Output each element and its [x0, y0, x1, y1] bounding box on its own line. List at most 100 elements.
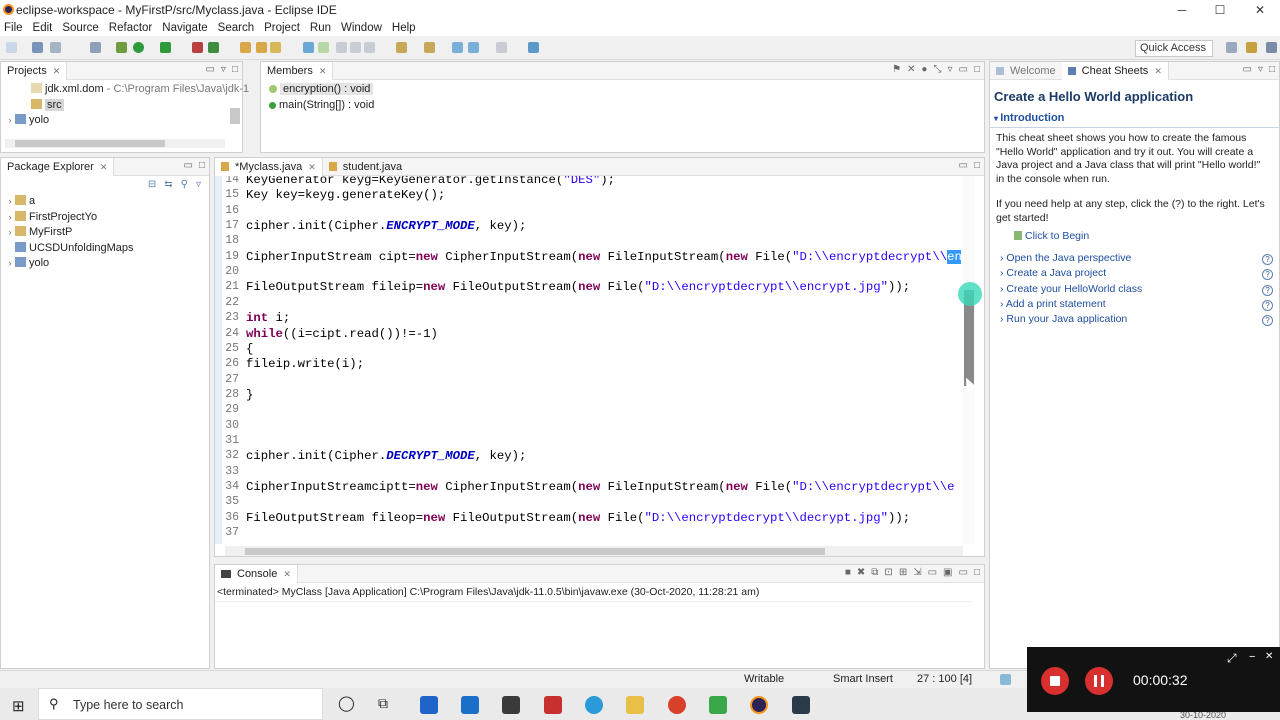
click-to-begin-link[interactable]: Click to Begin [1014, 230, 1089, 242]
tab-members[interactable]: Members ✕ [261, 61, 334, 80]
block-selection-icon[interactable] [336, 42, 347, 53]
tree-item-firstprojectyo[interactable]: › FirstProjectYo [1, 210, 209, 226]
help-icon[interactable]: ? [1262, 254, 1273, 265]
remove-all-icon[interactable]: ⧉ [871, 567, 878, 578]
menu-source[interactable]: Source [58, 20, 104, 36]
new-icon[interactable] [6, 42, 17, 53]
maximize-view-icon[interactable]: □ [974, 567, 980, 578]
editor-vscrollbar[interactable] [963, 176, 975, 544]
windows-start-icon[interactable]: ⊞ [12, 697, 25, 715]
code-line[interactable]: { [246, 342, 253, 356]
console-output[interactable] [215, 601, 972, 668]
collapse-all-icon[interactable]: ⊟ [148, 179, 156, 190]
menu-project[interactable]: Project [260, 20, 306, 36]
chevron-right-icon[interactable]: › [5, 256, 15, 272]
menu-navigate[interactable]: Navigate [158, 20, 213, 36]
pause-recording-button[interactable] [1085, 667, 1113, 695]
maximize-view-icon[interactable]: □ [232, 64, 238, 75]
code-line[interactable]: int i; [246, 311, 290, 325]
code-line[interactable]: CipherInputStreamciptt=new CipherInputSt… [246, 480, 954, 494]
close-icon[interactable]: ✕ [1154, 62, 1162, 80]
new-class-icon[interactable] [256, 42, 267, 53]
save-all-icon[interactable] [50, 42, 61, 53]
hide-nonpublic-icon[interactable]: ● [921, 64, 927, 75]
member-encryption[interactable]: encryption() : void [261, 82, 984, 98]
help-icon[interactable]: ? [1262, 300, 1273, 311]
code-line[interactable]: KeyGenerator keyg=KeyGenerator.getInstan… [246, 176, 615, 187]
menu-window[interactable]: Window [337, 20, 388, 36]
menu-file[interactable]: File [0, 20, 29, 36]
code-line[interactable]: FileOutputStream fileop=new FileOutputSt… [246, 511, 910, 525]
progress-icon[interactable] [1000, 674, 1011, 685]
skip-breakpoints-icon[interactable] [90, 42, 101, 53]
menu-search[interactable]: Search [214, 20, 260, 36]
paragraph-icon[interactable] [364, 42, 375, 53]
prev-annotation-icon[interactable] [424, 42, 435, 53]
code-line[interactable]: Key key=keyg.generateKey(); [246, 188, 445, 202]
filter-icon[interactable]: ⚲ [181, 179, 188, 190]
dropbox-icon[interactable] [420, 696, 438, 714]
minimize-view-icon[interactable]: ▭ [959, 160, 968, 171]
minimize-view-icon[interactable]: ▭ [1242, 64, 1251, 75]
history-back-icon[interactable] [496, 42, 507, 53]
chrome-icon[interactable] [668, 696, 686, 714]
edge-icon[interactable] [585, 696, 603, 714]
hide-static-icon[interactable]: ✕ [907, 64, 915, 75]
step-run-java-application[interactable]: › Run your Java application [1000, 313, 1127, 325]
tree-item-ucsdunfoldingmaps[interactable]: UCSDUnfoldingMaps [1, 241, 209, 257]
debug-icon[interactable] [116, 42, 127, 53]
eclipse-taskbar-icon[interactable] [750, 696, 768, 714]
java-perspective-icon[interactable] [1246, 42, 1257, 53]
scroll-thumb[interactable] [245, 548, 825, 555]
back-icon[interactable] [452, 42, 463, 53]
hide-fields-icon[interactable]: ⚑ [892, 64, 901, 75]
maximize-view-icon[interactable]: □ [974, 64, 980, 75]
pin-console-icon[interactable]: ⇲ [913, 567, 921, 578]
tree-item-yolo[interactable]: › yolo [1, 256, 209, 272]
step-create-java-project[interactable]: › Create a Java project [1000, 267, 1106, 279]
show-whitespace-icon[interactable] [350, 42, 361, 53]
minimize-button[interactable]: ─ [1162, 0, 1202, 20]
close-button[interactable]: ✕ [1240, 0, 1280, 20]
code-line[interactable]: while((i=cipt.read())!=-1) [246, 327, 438, 341]
pin-editor-icon[interactable] [528, 42, 539, 53]
store-icon[interactable] [502, 696, 520, 714]
step-create-helloworld-class[interactable]: › Create your HelloWorld class [1000, 283, 1142, 295]
help-icon[interactable]: ? [1262, 285, 1273, 296]
close-icon[interactable]: ✕ [100, 158, 108, 176]
tab-student-java[interactable]: student.java [323, 158, 408, 176]
scroll-lock-icon[interactable]: ⊞ [899, 567, 907, 578]
close-icon[interactable]: ✕ [53, 62, 61, 80]
code-line[interactable]: } [246, 388, 253, 402]
tree-item-jdk-xml-dom[interactable]: jdk.xml.dom - C:\Program Files\Java\jdk-… [1, 82, 249, 98]
toggle-mark-icon[interactable] [318, 42, 329, 53]
new-java-project-icon[interactable] [208, 42, 219, 53]
tab-cheat-sheets[interactable]: Cheat Sheets ✕ [1061, 61, 1169, 80]
file-explorer-icon[interactable] [626, 696, 644, 714]
remove-launch-icon[interactable]: ✖ [857, 567, 865, 578]
close-icon[interactable]: ✕ [308, 158, 316, 176]
help-icon[interactable]: ? [1262, 269, 1273, 280]
member-main[interactable]: main(String[]) : void [261, 98, 984, 114]
projects-hscrollbar[interactable] [5, 139, 225, 148]
taskbar-search-box[interactable]: ⚲ Type here to search [38, 688, 323, 720]
open-console-icon[interactable]: ▣ [943, 567, 952, 578]
stop-recording-button[interactable] [1041, 667, 1069, 695]
editor-hscrollbar[interactable] [225, 546, 963, 556]
collapse-icon[interactable]: ⤡ [933, 64, 941, 75]
maximize-view-icon[interactable]: □ [974, 160, 980, 171]
next-annotation-icon[interactable] [396, 42, 407, 53]
tree-item-myfirstp[interactable]: › MyFirstP [1, 225, 209, 241]
code-line[interactable]: cipher.init(Cipher.ENCRYPT_MODE, key); [246, 219, 526, 233]
chevron-right-icon[interactable]: › [5, 225, 15, 241]
projects-vscrollbar[interactable] [230, 108, 240, 124]
code-line[interactable]: fileip.write(i); [246, 357, 364, 371]
tab-projects[interactable]: Projects ✕ [1, 61, 68, 80]
maximize-button[interactable]: ☐ [1200, 0, 1240, 20]
tab-console[interactable]: Console ✕ [215, 564, 298, 583]
menu-help[interactable]: Help [388, 20, 422, 36]
view-menu-icon[interactable]: ▿ [947, 64, 952, 75]
display-console-icon[interactable]: ▭ [928, 567, 937, 578]
search-icon[interactable] [303, 42, 314, 53]
forward-icon[interactable] [468, 42, 479, 53]
